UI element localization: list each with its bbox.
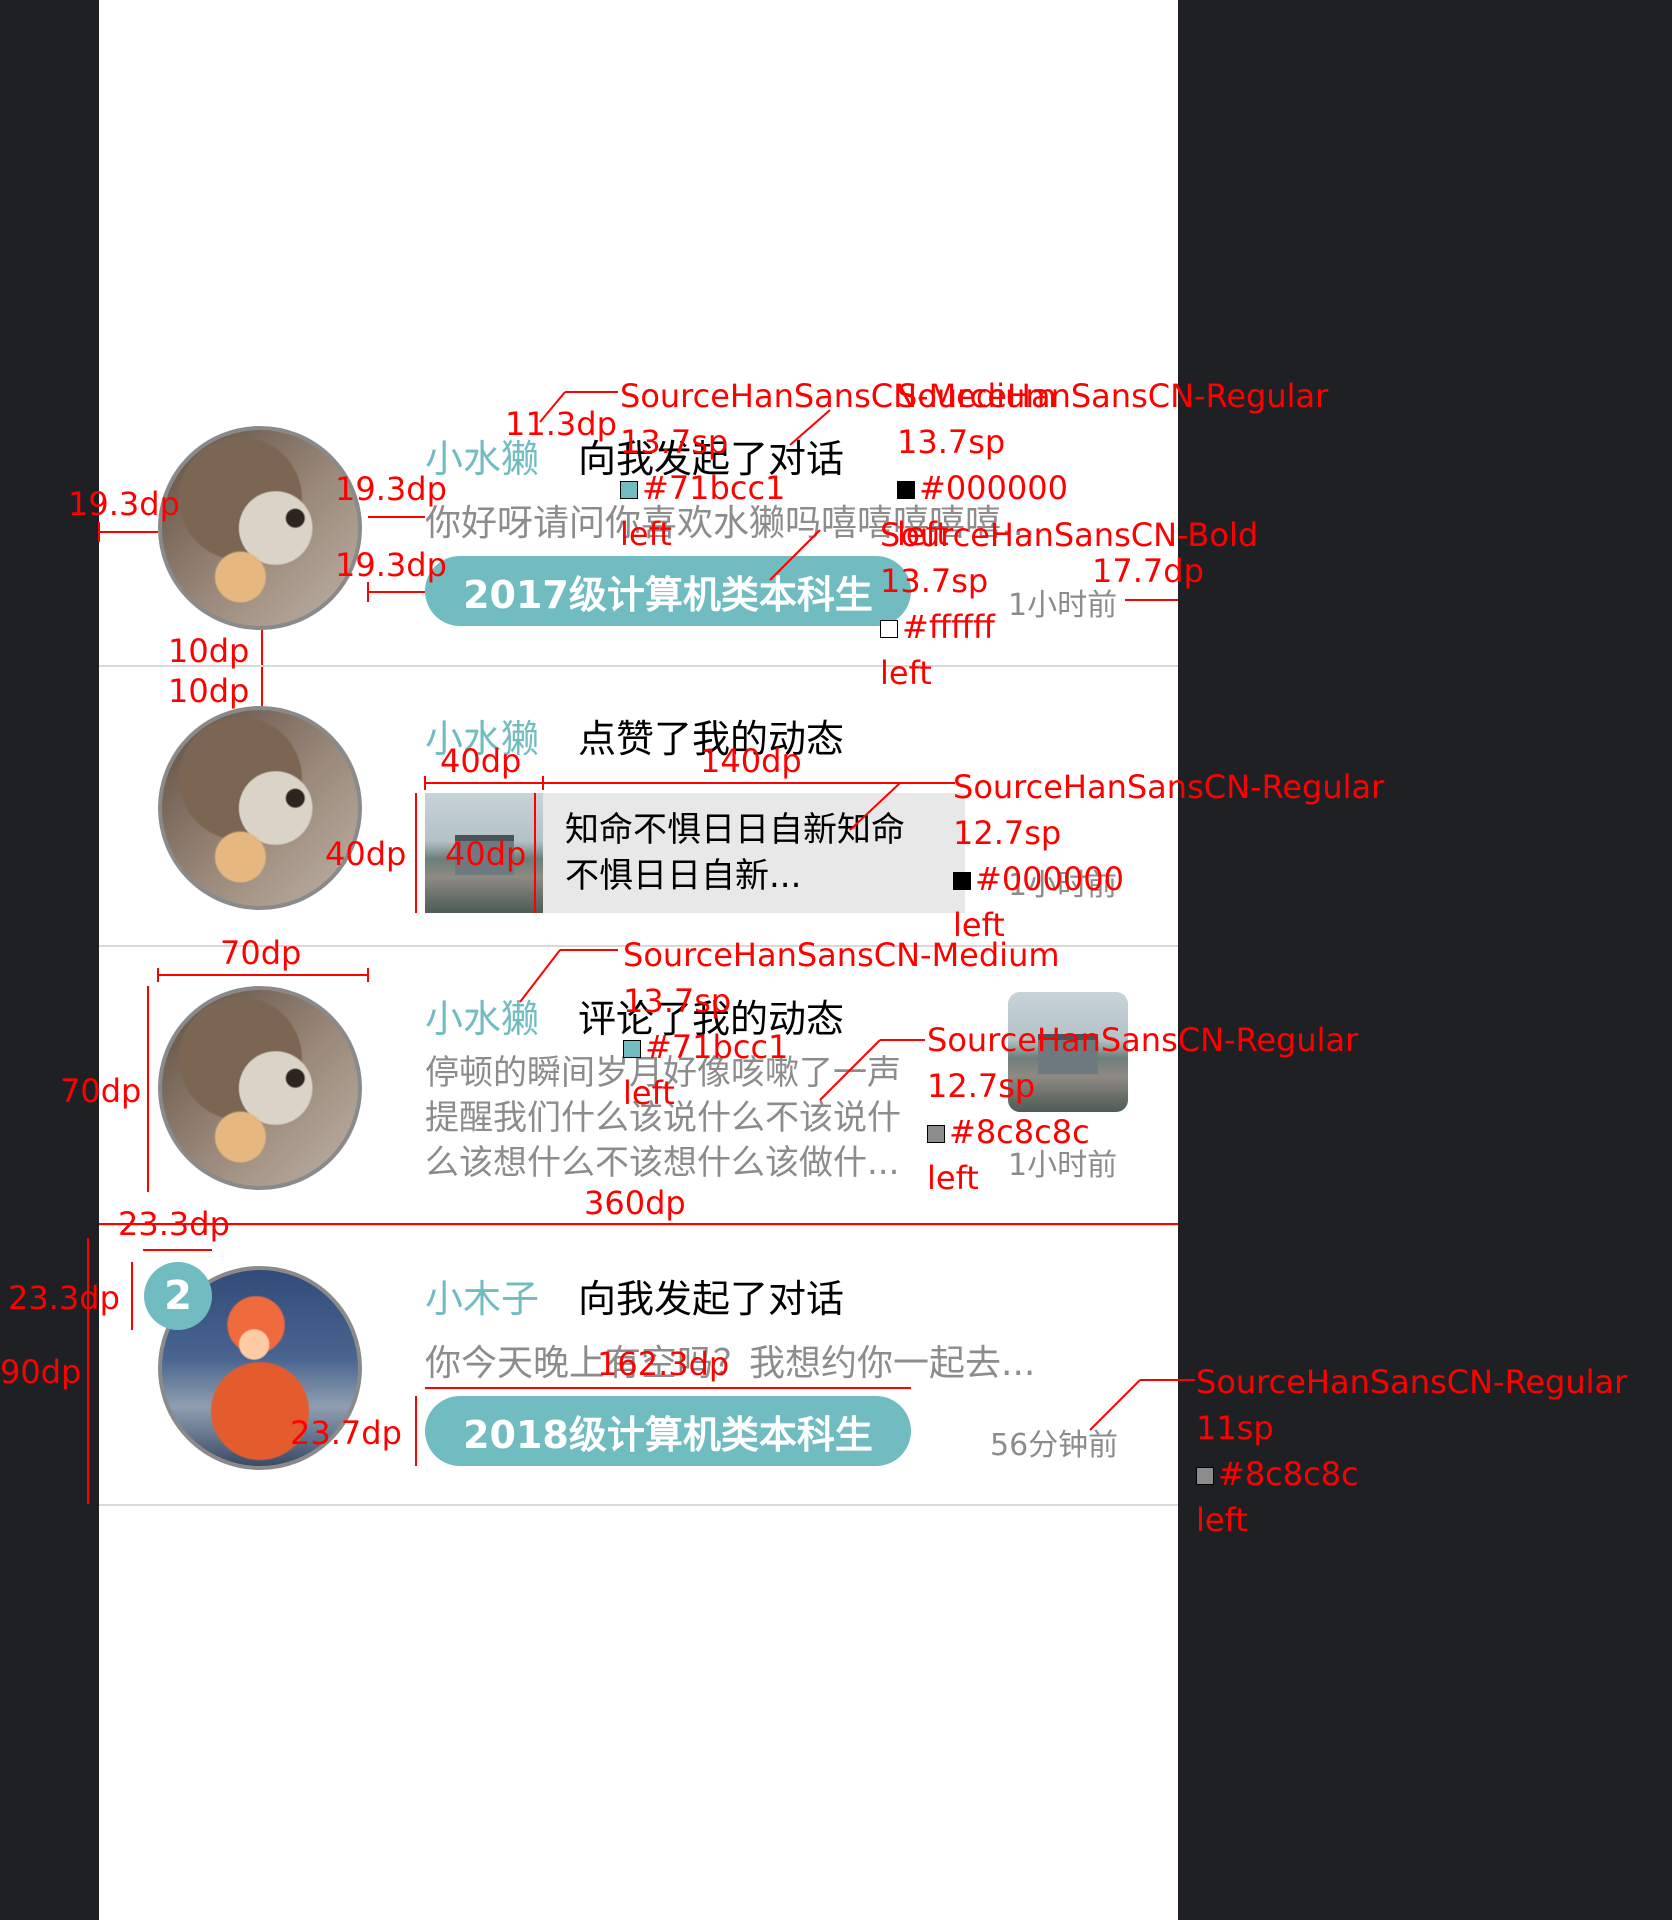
color-value: #71bcc1 xyxy=(642,469,786,507)
spacing-annotation: 23.3dp xyxy=(118,1205,230,1243)
spacing-annotation: 40dp xyxy=(325,835,407,873)
color-value: #8c8c8c xyxy=(949,1113,1090,1151)
spacing-annotation: 19.3dp xyxy=(68,485,180,523)
color-value: #000000 xyxy=(975,860,1124,898)
font-size: 12.7sp xyxy=(927,1067,1036,1105)
spacing-annotation: 70dp xyxy=(60,1072,142,1110)
spacing-annotation: 17.7dp xyxy=(1092,552,1204,590)
color-swatch xyxy=(953,872,971,890)
font-color: #8c8c8c xyxy=(1196,1451,1627,1497)
spacing-annotation: 40dp xyxy=(440,742,522,780)
color-swatch xyxy=(880,620,898,638)
font-name: SourceHanSansCN-Regular xyxy=(1196,1363,1628,1401)
color-value: #ffffff xyxy=(902,608,995,646)
font-spec-annotation: SourceHanSansCN-Regular 12.7sp #000000 l… xyxy=(953,764,1384,948)
spacing-annotation: 11.3dp xyxy=(505,405,617,443)
font-name: SourceHanSansCN-Regular xyxy=(897,377,1329,415)
color-swatch xyxy=(620,481,638,499)
design-canvas: 小水獭 向我发起了对话 你好呀请问你喜欢水獭吗嘻嘻嘻嘻嘻... 2017级计算机… xyxy=(0,0,1672,1920)
spacing-annotation: 70dp xyxy=(220,934,302,972)
spacing-annotation: 40dp xyxy=(445,835,527,873)
font-size: 13.7sp xyxy=(897,423,1006,461)
spacing-annotation: 90dp xyxy=(0,1353,82,1391)
text-align: left xyxy=(1196,1501,1248,1539)
color-value: #8c8c8c xyxy=(1218,1455,1359,1493)
spacing-annotation: 10dp xyxy=(168,632,250,670)
font-color: #000000 xyxy=(953,856,1384,902)
font-name: SourceHanSansCN-Medium xyxy=(623,936,1060,974)
spacing-annotation: 360dp xyxy=(584,1184,686,1222)
font-color: #000000 xyxy=(897,465,1328,511)
spacing-annotation: 19.3dp xyxy=(335,546,447,584)
text-align: left xyxy=(927,1159,979,1197)
spacing-annotation: 162.3dp xyxy=(597,1345,730,1383)
font-spec-annotation: SourceHanSansCN-Regular 11sp #8c8c8c lef… xyxy=(1196,1359,1627,1543)
spacing-annotation: 19.3dp xyxy=(335,470,447,508)
spacing-annotation: 23.3dp xyxy=(8,1279,120,1317)
color-swatch xyxy=(1196,1467,1214,1485)
text-align: left xyxy=(880,654,932,692)
spacing-annotation: 23.7dp xyxy=(290,1414,402,1452)
font-size: 11sp xyxy=(1196,1409,1274,1447)
font-color: #ffffff xyxy=(880,604,1258,650)
font-spec-annotation: SourceHanSansCN-Bold 13.7sp #ffffff left xyxy=(880,512,1258,696)
color-swatch xyxy=(927,1125,945,1143)
font-name: SourceHanSansCN-Regular xyxy=(927,1021,1359,1059)
font-color: #8c8c8c xyxy=(927,1109,1358,1155)
font-spec-annotation: SourceHanSansCN-Regular 12.7sp #8c8c8c l… xyxy=(927,1017,1358,1201)
unread-count-badge: 2 xyxy=(144,1262,212,1330)
color-value: #000000 xyxy=(919,469,1068,507)
font-name: SourceHanSansCN-Regular xyxy=(953,768,1385,806)
spacing-annotation: 10dp xyxy=(168,672,250,710)
font-size: 12.7sp xyxy=(953,814,1062,852)
spacing-annotation: 140dp xyxy=(700,742,802,780)
color-swatch xyxy=(897,481,915,499)
color-value: #71bcc1 xyxy=(645,1028,789,1066)
color-swatch xyxy=(623,1040,641,1058)
